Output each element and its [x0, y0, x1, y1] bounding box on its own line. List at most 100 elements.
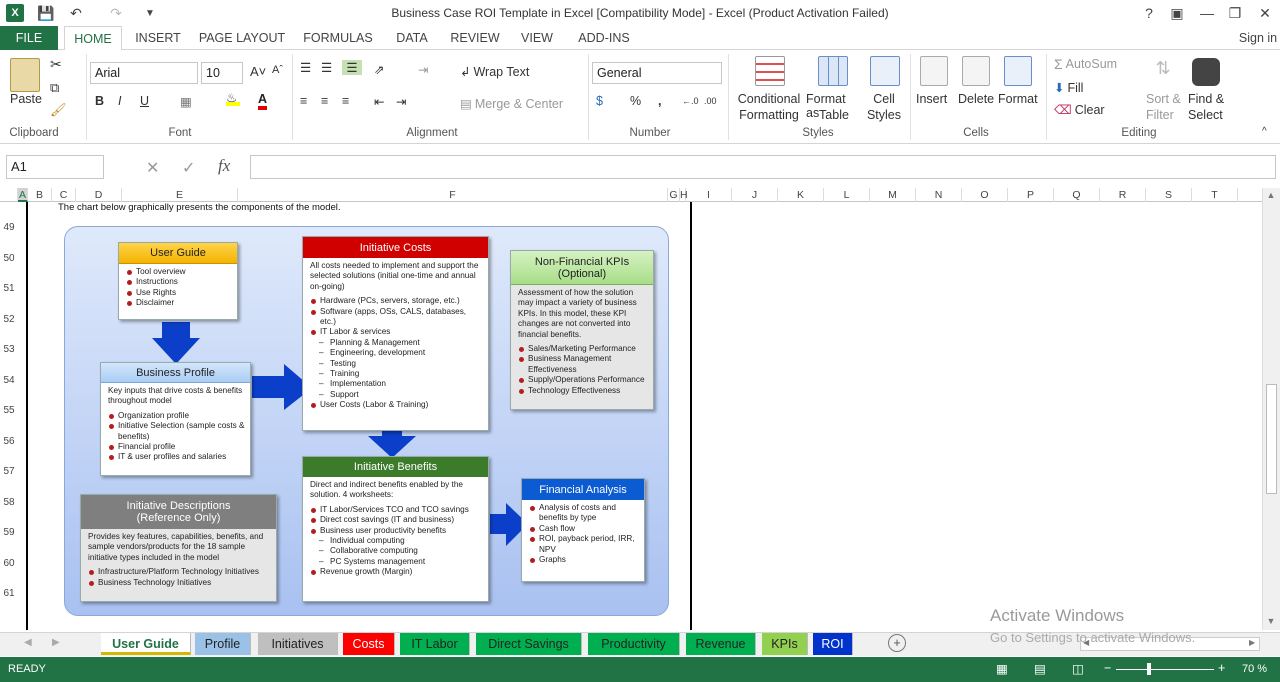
restore-icon[interactable]: ❐	[1222, 3, 1248, 23]
delete-button[interactable]: Delete	[958, 92, 994, 106]
tab-add-ins[interactable]: ADD-INS	[572, 26, 636, 50]
row-header-cell[interactable]: 56	[0, 436, 18, 450]
column-header-cell[interactable]: F	[238, 188, 668, 202]
grow-font-icon[interactable]: A˅	[250, 64, 266, 79]
row-header-cell[interactable]: 49	[0, 222, 18, 236]
row-header-cell[interactable]: 54	[0, 375, 18, 389]
row-header-cell[interactable]: 60	[0, 558, 18, 572]
wrap-text-button[interactable]: ↲ Wrap Text	[460, 64, 529, 80]
column-header-cell[interactable]: B	[28, 188, 52, 202]
tab-home[interactable]: HOME	[64, 26, 122, 51]
table-label[interactable]: Table	[806, 108, 862, 122]
new-sheet-icon[interactable]: +	[888, 634, 906, 652]
font-color-icon[interactable]: A	[258, 92, 268, 110]
zoom-slider[interactable]	[1116, 669, 1214, 670]
comma-button[interactable]: ,	[658, 94, 661, 108]
row-header-cell[interactable]: 57	[0, 466, 18, 480]
zoom-in-icon[interactable]: +	[1218, 661, 1225, 675]
fill-button[interactable]: ⬇ Fill	[1054, 80, 1083, 96]
row-header-cell[interactable]: 50	[0, 253, 18, 267]
scroll-down-icon[interactable]: ▼	[1265, 616, 1277, 628]
tab-page-layout[interactable]: PAGE LAYOUT	[196, 26, 288, 50]
enter-icon[interactable]: ✓	[182, 158, 195, 178]
ribbon-display-icon[interactable]: ▣	[1164, 3, 1190, 23]
tab-view[interactable]: VIEW	[514, 26, 560, 50]
zoom-out-icon[interactable]: −	[1104, 661, 1111, 675]
scroll-right-icon[interactable]: ▶	[1249, 638, 1255, 647]
sheet-tab-kpis[interactable]: KPIs	[762, 633, 808, 655]
decrease-indent-icon[interactable]: ⇤	[374, 94, 384, 109]
column-header-cell[interactable]: M	[870, 188, 916, 202]
sheet-tab-costs[interactable]: Costs	[343, 633, 395, 655]
scroll-up-icon[interactable]: ▲	[1265, 190, 1277, 202]
paste-icon[interactable]	[10, 58, 40, 92]
tab-file[interactable]: FILE	[0, 26, 58, 50]
insert-cells-icon[interactable]	[920, 56, 948, 86]
format-cells-icon[interactable]	[1004, 56, 1032, 86]
sheet-tab-it-labor[interactable]: IT Labor	[400, 633, 470, 655]
autosum-button[interactable]: Σ AutoSum	[1054, 56, 1117, 72]
column-header-cell[interactable]: P	[1008, 188, 1054, 202]
formula-input[interactable]	[250, 155, 1276, 179]
font-size-select[interactable]: 10	[201, 62, 243, 84]
indent-icon[interactable]: ⇥	[418, 62, 428, 77]
zoom-level[interactable]: 70 %	[1242, 663, 1267, 675]
align-top-icon[interactable]: ☰	[300, 60, 311, 75]
help-icon[interactable]: ?	[1136, 3, 1162, 23]
column-header-cell[interactable]: A	[18, 188, 28, 202]
row-header-cell[interactable]: 53	[0, 344, 18, 358]
styles-label[interactable]: Styles	[862, 108, 906, 122]
column-header-cell[interactable]: R	[1100, 188, 1146, 202]
find-label[interactable]: Find &	[1188, 92, 1224, 106]
sort-filter-icon[interactable]: ⇅	[1148, 58, 1178, 86]
bold-button[interactable]: B	[95, 94, 104, 108]
decrease-decimal-icon[interactable]: .00	[704, 96, 717, 106]
insert-button[interactable]: Insert	[916, 92, 947, 106]
conditional-label[interactable]: Conditional	[736, 92, 802, 106]
column-header-cell[interactable]: D	[76, 188, 122, 202]
zoom-slider-thumb[interactable]	[1147, 663, 1151, 675]
underline-button[interactable]: U	[140, 94, 149, 108]
sheet-tab-productivity[interactable]: Productivity	[588, 633, 680, 655]
borders-icon[interactable]: ▦	[180, 94, 192, 109]
tab-insert[interactable]: INSERT	[132, 26, 184, 50]
cut-icon[interactable]: ✂	[50, 56, 62, 73]
shrink-font-icon[interactable]: Aˆ	[272, 64, 283, 76]
increase-decimal-icon[interactable]: ←.0	[682, 96, 699, 106]
sort-label[interactable]: Sort &	[1146, 92, 1181, 106]
number-format-select[interactable]: General	[592, 62, 722, 84]
align-left-icon[interactable]: ≡	[300, 94, 307, 108]
column-header-cell[interactable]: T	[1192, 188, 1238, 202]
sheet-tab-profile[interactable]: Profile	[195, 633, 251, 655]
column-header-cell[interactable]: K	[778, 188, 824, 202]
sheet-tab-user-guide[interactable]: User Guide	[101, 633, 191, 655]
format-as-table-icon[interactable]	[818, 56, 848, 86]
filter-label[interactable]: Filter	[1146, 108, 1174, 122]
column-header-cell[interactable]: I	[686, 188, 732, 202]
column-header-cell[interactable]: E	[122, 188, 238, 202]
name-box[interactable]: A1	[6, 155, 104, 179]
sheet-tab-direct-savings[interactable]: Direct Savings	[476, 633, 582, 655]
column-header-cell[interactable]: C	[52, 188, 76, 202]
conditional-formatting-icon[interactable]	[755, 56, 785, 86]
sheet-tab-revenue[interactable]: Revenue	[686, 633, 756, 655]
merge-center-button[interactable]: ▤ Merge & Center	[460, 96, 563, 112]
insert-function-button[interactable]: fx	[218, 156, 230, 176]
fill-color-icon[interactable]: ♨	[226, 91, 240, 106]
normal-view-icon[interactable]: ▦	[996, 661, 1008, 676]
page-break-view-icon[interactable]: ◫	[1072, 661, 1084, 676]
italic-button[interactable]: I	[118, 94, 121, 108]
clear-button[interactable]: ⌫ Clear	[1054, 102, 1105, 118]
select-label[interactable]: Select	[1188, 108, 1223, 122]
column-header-cell[interactable]: N	[916, 188, 962, 202]
accounting-format-icon[interactable]: $	[596, 94, 603, 108]
tab-data[interactable]: DATA	[388, 26, 436, 50]
sheet-tab-roi[interactable]: ROI	[813, 633, 853, 655]
row-header-cell[interactable]: 61	[0, 588, 18, 602]
format-button[interactable]: Format	[998, 92, 1038, 106]
formatting-label[interactable]: Formatting	[734, 108, 804, 122]
paste-button[interactable]: Paste	[10, 92, 42, 106]
align-middle-icon[interactable]: ☰	[321, 60, 332, 75]
column-header-cell[interactable]: O	[962, 188, 1008, 202]
column-header-cell[interactable]: L	[824, 188, 870, 202]
